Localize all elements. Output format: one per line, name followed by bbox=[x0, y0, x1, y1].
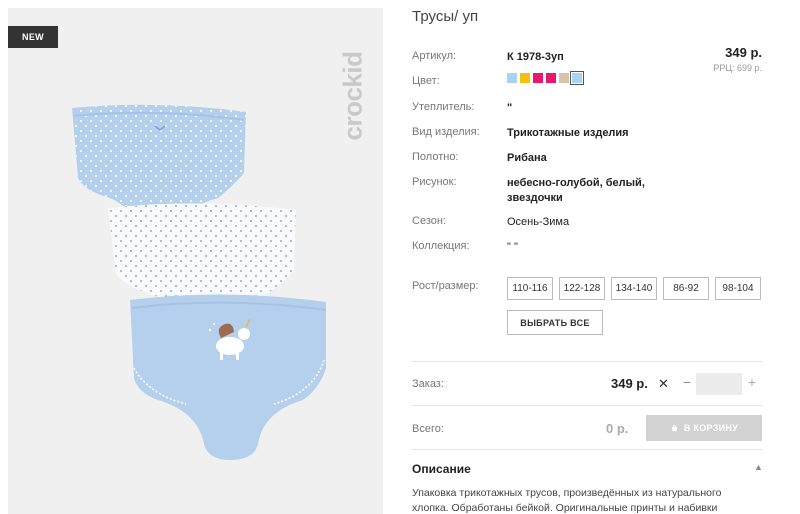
product-info: Трусы/ уп 349 р. РРЦ: 699 р. Артикул: К … bbox=[412, 8, 763, 514]
description-title[interactable]: Описание bbox=[412, 462, 471, 476]
color-swatch[interactable] bbox=[570, 71, 584, 85]
recommended-price: РРЦ: 699 р. bbox=[713, 63, 762, 73]
divider bbox=[412, 449, 762, 450]
decrease-quantity-button[interactable]: − bbox=[680, 374, 694, 392]
add-to-cart-button[interactable]: В КОРЗИНУ bbox=[646, 415, 762, 441]
total-value: 0 р. bbox=[606, 421, 629, 436]
total-label: Всего: bbox=[412, 423, 444, 435]
color-swatch[interactable] bbox=[559, 73, 569, 83]
divider bbox=[412, 361, 762, 362]
order-label: Заказ: bbox=[412, 378, 444, 390]
product-price: 349 р. bbox=[725, 45, 762, 60]
size-options: 110-116 122-128 134-140 86-92 98-104 bbox=[507, 277, 761, 300]
product-title: Трусы/ уп bbox=[412, 8, 479, 25]
select-all-button[interactable]: ВЫБРАТЬ ВСЕ bbox=[507, 310, 603, 335]
divider bbox=[412, 405, 762, 406]
color-swatch[interactable] bbox=[533, 73, 543, 83]
close-icon[interactable]: ✕ bbox=[658, 376, 669, 392]
increase-quantity-button[interactable]: + bbox=[745, 374, 759, 392]
product-image bbox=[72, 104, 327, 460]
color-swatches bbox=[507, 71, 584, 85]
size-option[interactable]: 110-116 bbox=[507, 277, 553, 300]
cart-icon bbox=[671, 424, 678, 431]
color-swatch[interactable] bbox=[546, 73, 556, 83]
size-option[interactable]: 122-128 bbox=[559, 277, 605, 300]
product-photo[interactable]: NEW crockid bbox=[8, 8, 383, 514]
size-option[interactable]: 134-140 bbox=[611, 277, 657, 300]
order-price: 349 р. bbox=[611, 376, 648, 391]
color-swatch[interactable] bbox=[507, 73, 517, 83]
description-text: Упаковка трикотажных трусов, произведённ… bbox=[412, 487, 722, 514]
quantity-input[interactable] bbox=[696, 373, 742, 395]
color-swatch[interactable] bbox=[520, 73, 530, 83]
size-option[interactable]: 98-104 bbox=[715, 277, 761, 300]
new-badge: NEW bbox=[8, 26, 58, 48]
brand-logo: crockid bbox=[337, 51, 368, 141]
size-option[interactable]: 86-92 bbox=[663, 277, 709, 300]
chevron-up-icon[interactable]: ▲ bbox=[754, 462, 763, 472]
